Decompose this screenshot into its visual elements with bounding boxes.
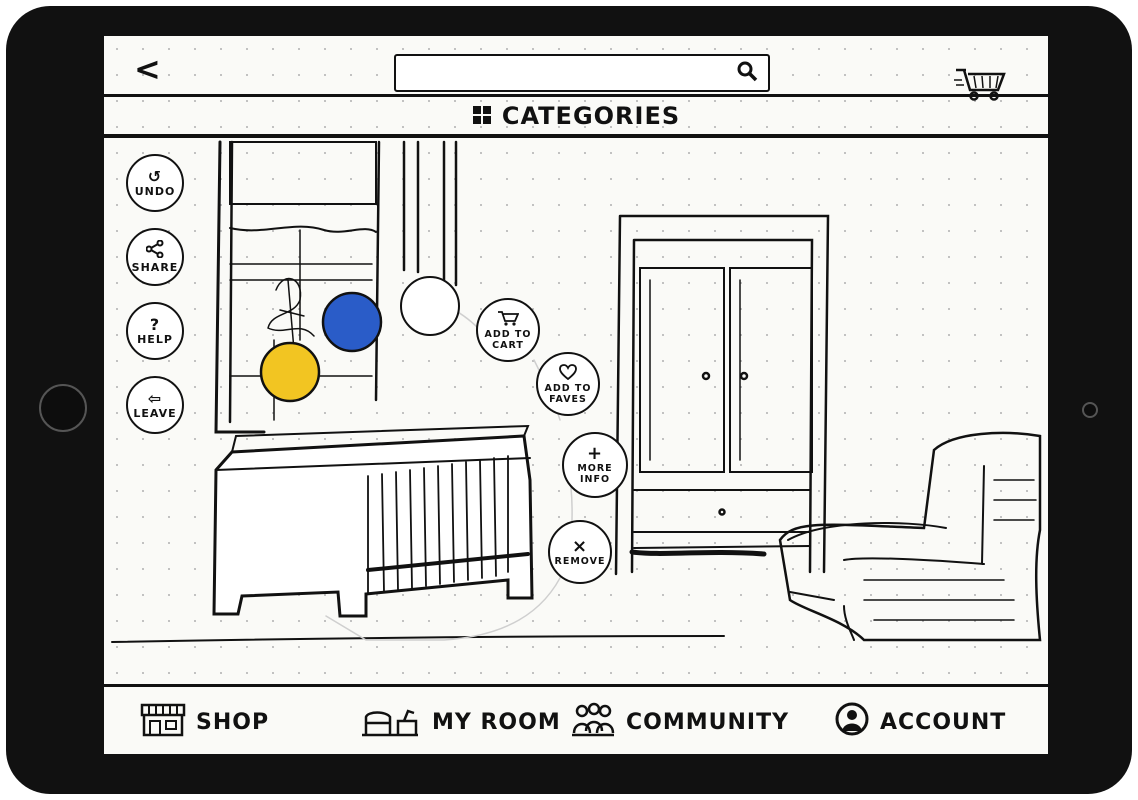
undo-label: UNDO <box>134 184 176 198</box>
help-label: HELP <box>137 332 173 346</box>
add-to-cart-line2: CART <box>492 339 524 351</box>
shop-icon <box>140 701 196 743</box>
remove-button[interactable]: × REMOVE <box>548 520 612 584</box>
categories-divider <box>104 134 1048 138</box>
nav-account-label: ACCOUNT <box>880 709 1007 735</box>
leave-button[interactable]: ⇦ LEAVE <box>126 376 184 434</box>
nav-community-label: COMMUNITY <box>626 709 790 735</box>
more-info-line2: INFO <box>579 474 611 485</box>
add-to-faves-line2: FAVES <box>549 393 587 405</box>
white-mobile-ball <box>400 276 460 336</box>
add-to-faves-button[interactable]: ADD TO FAVES <box>536 352 600 416</box>
share-icon <box>145 239 164 261</box>
search-input[interactable] <box>394 54 770 92</box>
room-canvas[interactable]: ↺ UNDO SHARE ? HELP ⇦ LEAVE ADD TO CART <box>104 140 1048 680</box>
plus-icon: + <box>586 443 604 464</box>
close-icon: × <box>571 535 589 557</box>
room-icon <box>358 701 432 743</box>
remove-label: REMOVE <box>554 555 606 567</box>
leave-label: LEAVE <box>133 406 177 420</box>
add-to-cart-line1: ADD TO <box>484 328 532 340</box>
community-icon <box>570 701 626 743</box>
share-label: SHARE <box>131 261 179 274</box>
app-screen: < CATEGORIES ↺ UNDO SHARE ? HELP ⇦ LEAVE… <box>104 36 1048 754</box>
share-button[interactable]: SHARE <box>126 228 184 286</box>
undo-button[interactable]: ↺ UNDO <box>126 154 184 212</box>
categories-button[interactable]: CATEGORIES <box>104 102 1048 131</box>
home-button[interactable] <box>39 384 87 432</box>
blue-mobile-ball <box>321 291 383 353</box>
undo-icon: ↺ <box>147 166 163 186</box>
nav-my-room-label: MY ROOM <box>432 709 561 735</box>
nav-account[interactable]: ACCOUNT <box>834 701 1006 743</box>
account-icon <box>834 701 880 743</box>
help-icon: ? <box>149 314 161 334</box>
nav-community[interactable]: COMMUNITY <box>570 701 789 743</box>
bottom-nav: SHOP MY ROOM COMMUNITY ACCOUNT <box>104 684 1048 754</box>
cart-icon <box>497 310 520 329</box>
help-button[interactable]: ? HELP <box>126 302 184 360</box>
nav-shop[interactable]: SHOP <box>140 701 269 743</box>
add-to-cart-button[interactable]: ADD TO CART <box>476 298 540 362</box>
add-to-faves-line1: ADD TO <box>544 382 592 394</box>
header-divider <box>104 94 1048 97</box>
categories-grid-icon <box>472 103 492 131</box>
more-info-line1: MORE <box>577 463 613 474</box>
nav-shop-label: SHOP <box>196 709 270 735</box>
yellow-mobile-ball <box>259 341 321 403</box>
front-camera <box>1082 402 1098 418</box>
heart-icon <box>559 363 577 383</box>
more-info-button[interactable]: + MORE INFO <box>562 432 628 498</box>
nav-my-room[interactable]: MY ROOM <box>358 701 561 743</box>
back-icon[interactable]: < <box>134 50 162 88</box>
search-icon[interactable] <box>736 60 758 87</box>
cart-icon[interactable] <box>954 66 1010 106</box>
categories-label: CATEGORIES <box>501 102 681 130</box>
leave-icon: ⇦ <box>147 388 163 408</box>
